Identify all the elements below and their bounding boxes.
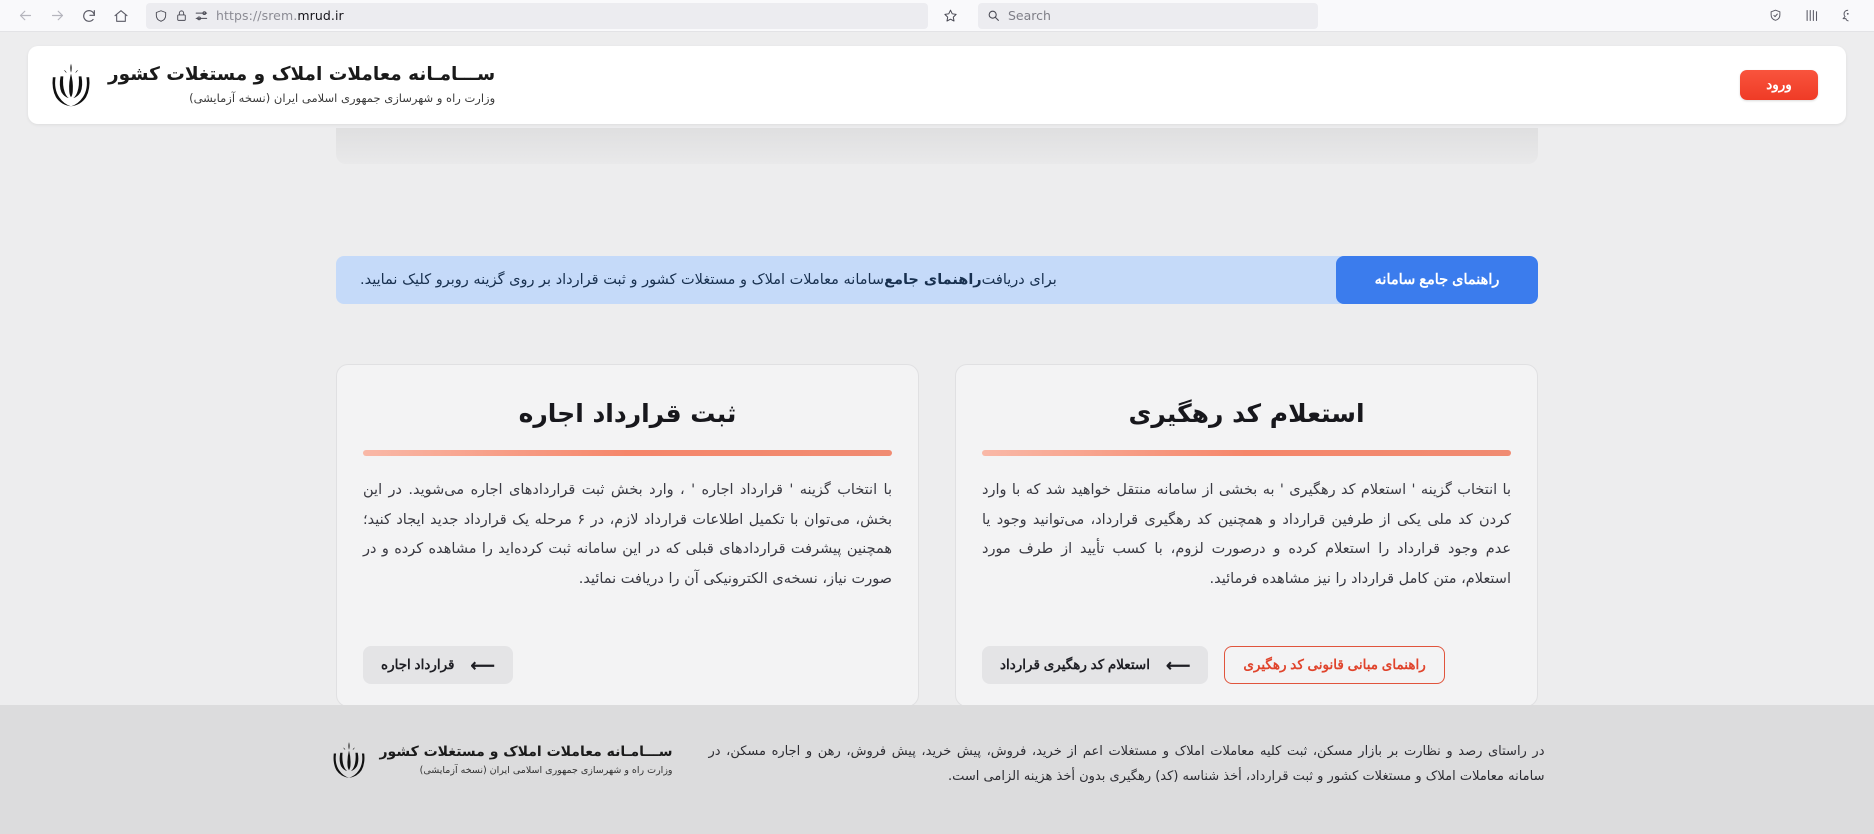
card-actions: استعلام کد رهگیری قرارداد ⟵ راهنمای مبان… [982, 646, 1511, 684]
page-actions-icon[interactable] [195, 10, 209, 22]
login-button[interactable]: ورود [1740, 70, 1818, 100]
card-grid: ثبت قرارداد اجاره با انتخاب گزینه ' قرار… [336, 364, 1538, 707]
account-icon[interactable] [1834, 2, 1860, 30]
site-subtitle: وزارت راه و شهرسازی جمهوری اسلامی ایران … [189, 91, 496, 106]
url-text: https://srem.mrud.ir [216, 8, 344, 23]
card-body-text: با انتخاب گزینه ' استعلام کد رهگیری ' به… [982, 482, 1511, 588]
comprehensive-guide-button[interactable]: راهنمای جامع سامانه [1336, 256, 1538, 304]
footer-title: ســـامـانه معاملات املاک و مستغلات کشور [379, 743, 673, 760]
shield-check-icon[interactable] [1762, 2, 1788, 30]
footer-brand: ســـامـانه معاملات املاک و مستغلات کشور … [330, 737, 673, 781]
card-title: استعلام کد رهگیری [1128, 399, 1365, 428]
footer-note: در راستای رصد و نظارت بر بازار مسکن، ثبت… [708, 744, 1545, 785]
forward-button[interactable] [42, 2, 72, 30]
card-register-lease-contract: ثبت قرارداد اجاره با انتخاب گزینه ' قرار… [336, 364, 919, 707]
page-content: ورود ســـامـانه معاملات املاک و مستغلات … [0, 32, 1874, 834]
iran-emblem-icon [52, 63, 90, 107]
tracking-code-inquiry-button-label: استعلام کد رهگیری قرارداد [1000, 657, 1150, 672]
site-brand: ســـامـانه معاملات املاک و مستغلات کشور … [48, 60, 495, 110]
search-placeholder: Search [1008, 8, 1051, 23]
tracking-code-inquiry-button[interactable]: استعلام کد رهگیری قرارداد ⟵ [982, 646, 1209, 684]
lease-contract-button-label: قرارداد اجاره [381, 657, 455, 672]
browser-toolbar: https://srem.mrud.ir Search [0, 0, 1874, 32]
back-button[interactable] [10, 2, 40, 30]
star-icon[interactable] [936, 3, 964, 29]
guide-banner-text: برای دریافت راهنمای جامع سامانه معاملات … [336, 256, 1336, 304]
arrow-left-icon: ⟵ [1165, 655, 1191, 675]
shield-icon [154, 9, 168, 23]
site-footer: در راستای رصد و نظارت بر بازار مسکن، ثبت… [0, 705, 1874, 834]
url-prefix: https://srem. [216, 8, 298, 23]
card-divider [363, 450, 892, 456]
lease-contract-button[interactable]: قرارداد اجاره ⟵ [363, 646, 513, 684]
padlock-icon [175, 9, 188, 22]
site-brand-text: ســـامـانه معاملات املاک و مستغلات کشور … [108, 63, 495, 106]
arrow-left-icon: ⟵ [470, 655, 495, 675]
page-title: ســـامـانه معاملات املاک و مستغلات کشور [108, 64, 496, 86]
card-title: ثبت قرارداد اجاره [518, 399, 737, 428]
card-body-text: با انتخاب گزینه ' قرارداد اجاره ' ، وارد… [363, 482, 892, 588]
home-button[interactable] [106, 2, 136, 30]
library-icon[interactable] [1798, 2, 1824, 30]
url-domain: mrud.ir [297, 8, 344, 23]
partial-card-above [336, 128, 1538, 164]
address-bar[interactable]: https://srem.mrud.ir [146, 2, 928, 29]
search-icon [987, 9, 1000, 22]
banner-text-bold: راهنمای جامع [884, 272, 982, 288]
footer-brand-text: ســـامـانه معاملات املاک و مستغلات کشور … [380, 743, 673, 778]
search-bar[interactable]: Search [978, 2, 1318, 29]
toolbar-right-actions [1762, 2, 1864, 30]
guide-banner: راهنمای جامع سامانه برای دریافت راهنمای … [336, 256, 1538, 304]
card-tracking-code-inquiry: استعلام کد رهگیری با انتخاب گزینه ' استع… [955, 364, 1538, 707]
banner-text-before: برای دریافت [981, 272, 1057, 288]
site-header: ورود ســـامـانه معاملات املاک و مستغلات … [28, 46, 1846, 124]
legal-basis-guide-button[interactable]: راهنمای مبانی قانونی کد رهگیری [1224, 646, 1445, 684]
banner-text-after: سامانه معاملات املاک و مستغلات کشور و ثب… [360, 272, 885, 288]
card-divider [982, 450, 1511, 456]
reload-button[interactable] [74, 2, 104, 30]
card-actions: قرارداد اجاره ⟵ [363, 646, 892, 684]
iran-emblem-icon [333, 742, 364, 778]
footer-subtitle: وزارت راه و شهرسازی جمهوری اسلامی ایران … [419, 765, 673, 777]
